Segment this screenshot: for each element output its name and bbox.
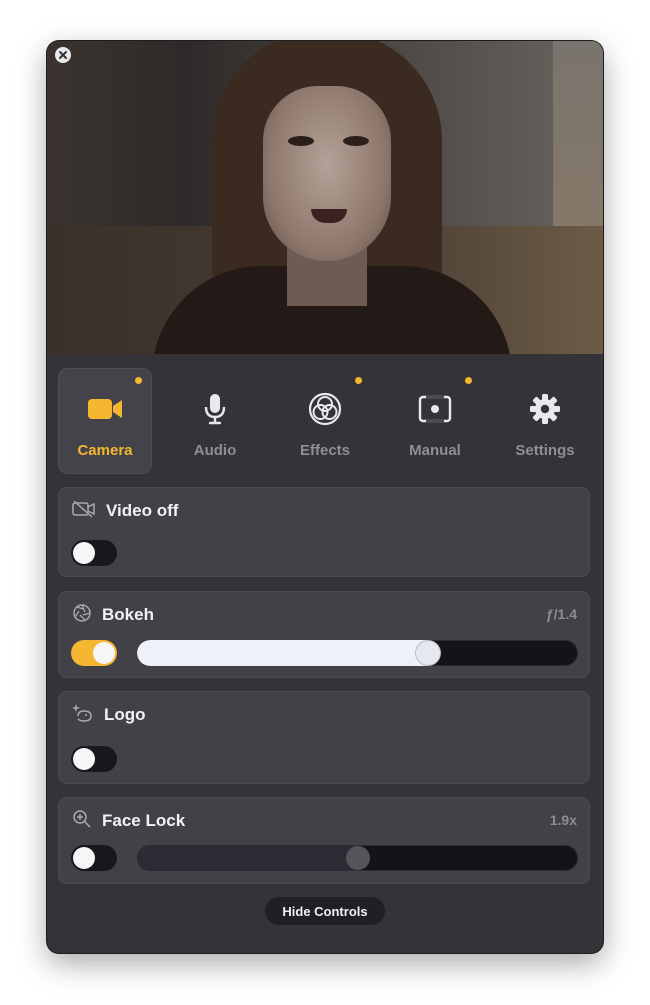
camera-preview [47, 41, 603, 354]
effects-circles-icon [308, 392, 342, 426]
microphone-icon [203, 392, 227, 426]
tab-camera[interactable]: Camera [58, 368, 152, 474]
face-lock-title: Face Lock [102, 811, 186, 830]
close-button[interactable] [55, 47, 71, 63]
face-lock-slider-thumb[interactable] [346, 846, 370, 870]
video-off-card: Video off [58, 487, 590, 577]
bokeh-toggle[interactable] [71, 640, 117, 666]
bokeh-title: Bokeh [102, 605, 154, 624]
face-lock-value: 1.9x [549, 812, 577, 828]
bokeh-value: ƒ/1.4 [545, 606, 577, 622]
tab-settings-label: Settings [515, 442, 575, 459]
tab-manual[interactable]: Manual [388, 368, 482, 474]
video-camera-icon [87, 392, 123, 426]
logo-card: Logo [58, 691, 590, 784]
manual-indicator-dot [465, 377, 472, 384]
tab-bar: Camera Audio Effects Manual Settings [58, 368, 592, 474]
tab-effects[interactable]: Effects [278, 368, 372, 474]
aperture-icon [72, 603, 92, 628]
zoom-in-icon [72, 809, 92, 834]
logo-sparkle-icon [72, 703, 94, 728]
video-off-title: Video off [106, 501, 179, 520]
bokeh-slider-thumb[interactable] [416, 641, 440, 665]
camera-indicator-dot [135, 377, 142, 384]
face-lock-slider[interactable] [137, 845, 578, 871]
bokeh-card: Bokeh ƒ/1.4 [58, 591, 590, 678]
face-lock-card: Face Lock 1.9x [58, 797, 590, 884]
tab-audio-label: Audio [193, 442, 237, 459]
hide-controls-button[interactable]: Hide Controls [265, 897, 385, 925]
logo-toggle[interactable] [71, 746, 117, 772]
effects-indicator-dot [355, 377, 362, 384]
face-lock-toggle[interactable] [71, 845, 117, 871]
tab-effects-label: Effects [299, 442, 351, 459]
video-off-toggle[interactable] [71, 540, 117, 566]
tab-settings[interactable]: Settings [498, 368, 592, 474]
manual-frame-icon [418, 392, 452, 426]
gear-icon [529, 392, 561, 426]
tab-manual-label: Manual [409, 442, 461, 459]
camera-controls-window: Camera Audio Effects Manual Settings Vid… [47, 41, 603, 953]
logo-title: Logo [104, 705, 146, 724]
tab-audio[interactable]: Audio [168, 368, 262, 474]
video-off-icon [72, 499, 96, 523]
close-icon [59, 51, 67, 59]
bokeh-slider[interactable] [137, 640, 578, 666]
tab-camera-label: Camera [77, 442, 133, 459]
